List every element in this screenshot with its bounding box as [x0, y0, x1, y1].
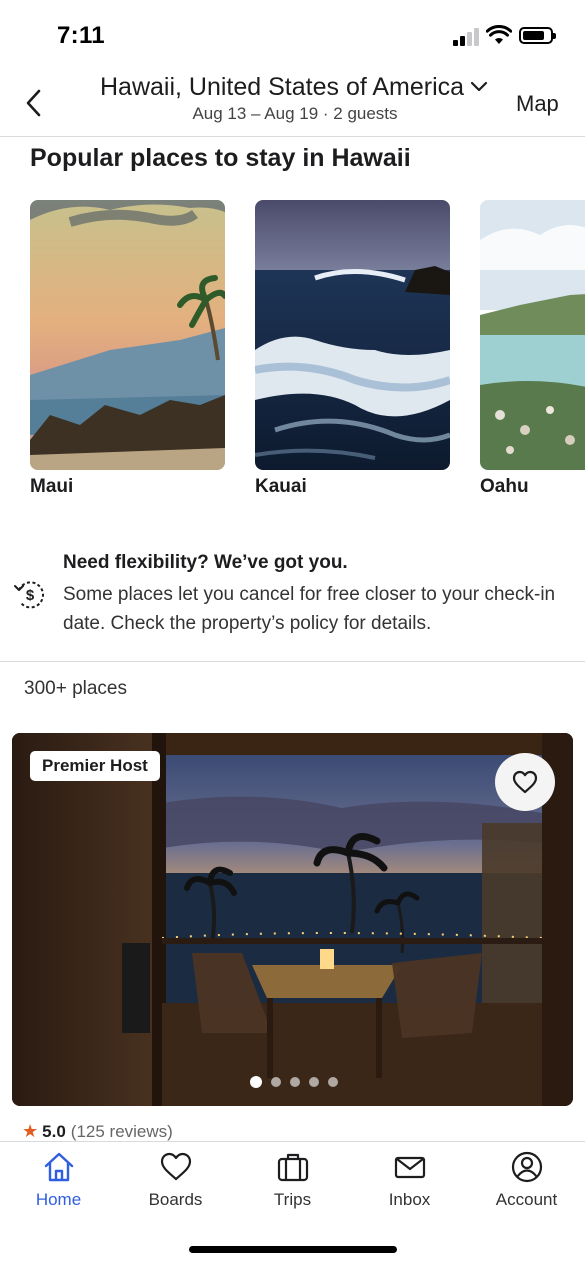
tab-label: Account — [495, 1190, 558, 1209]
listing-card[interactable]: Premier Host — [12, 733, 573, 1106]
popular-places-title: Popular places to stay in Hawaii — [30, 144, 411, 172]
popular-places-carousel[interactable]: Maui Kauai Oahu — [0, 200, 585, 500]
tab-trips[interactable]: Trips — [234, 1150, 351, 1220]
heart-icon — [512, 770, 538, 794]
tab-account[interactable]: Account — [468, 1150, 585, 1220]
review-count: (125 reviews) — [70, 1121, 173, 1141]
tab-label: Boards — [148, 1190, 203, 1209]
pagination-dot[interactable] — [250, 1076, 262, 1088]
divider — [0, 661, 585, 662]
heart-icon — [160, 1152, 191, 1181]
flexibility-text: Some places let you cancel for free clos… — [63, 584, 556, 634]
svg-text:$: $ — [26, 587, 35, 604]
flexibility-notice: $ Need flexibility? We’ve got you. Some … — [0, 540, 585, 660]
tab-boards[interactable]: Boards — [117, 1150, 234, 1220]
battery-level — [523, 31, 544, 40]
chevron-down-icon — [470, 77, 490, 97]
listing-photo — [12, 733, 573, 1106]
tab-inbox[interactable]: Inbox — [351, 1150, 468, 1220]
trip-details[interactable]: Aug 13 – Aug 19 · 2 guests — [120, 104, 470, 124]
back-button[interactable] — [18, 86, 48, 120]
premier-host-badge: Premier Host — [30, 751, 160, 781]
home-icon — [44, 1152, 73, 1182]
place-name: Kauai — [255, 476, 307, 497]
status-bar: 7:11 — [0, 0, 585, 66]
place-image-kauai — [255, 200, 450, 470]
flexibility-title: Need flexibility? We’ve got you. — [63, 552, 348, 573]
place-card-oahu[interactable]: Oahu — [480, 200, 585, 498]
tab-label: Inbox — [388, 1190, 431, 1209]
place-image-maui — [30, 200, 225, 470]
listing-rating: ★ 5.0 (125 reviews) — [22, 1121, 173, 1142]
rating-score: 5.0 — [42, 1121, 66, 1141]
account-icon — [511, 1151, 542, 1183]
status-time: 7:11 — [57, 22, 105, 49]
refund-clock-icon: $ — [14, 581, 44, 609]
pagination-dot[interactable] — [309, 1077, 319, 1087]
place-name: Oahu — [480, 476, 529, 497]
place-image-oahu — [480, 200, 585, 470]
chevron-left-icon — [26, 89, 41, 117]
tab-label: Trips — [273, 1190, 312, 1209]
pagination-dot[interactable] — [290, 1077, 300, 1087]
pagination-dot[interactable] — [271, 1077, 281, 1087]
photo-pagination[interactable] — [250, 1076, 338, 1088]
envelope-icon — [394, 1156, 425, 1179]
wifi-icon — [486, 25, 512, 44]
tab-home[interactable]: Home — [0, 1150, 117, 1220]
search-header: Hawaii, United States of America Aug 13 … — [0, 66, 585, 137]
destination-title: Hawaii, United States of America — [100, 72, 465, 101]
place-name: Maui — [30, 476, 74, 497]
results-count: 300+ places — [24, 678, 127, 699]
place-card-maui[interactable]: Maui — [30, 200, 225, 498]
cellular-signal-icon — [453, 28, 481, 46]
destination-selector[interactable]: Hawaii, United States of America — [100, 72, 500, 102]
place-card-kauai[interactable]: Kauai — [255, 200, 450, 498]
map-button[interactable]: Map — [516, 91, 559, 117]
pagination-dot[interactable] — [328, 1077, 338, 1087]
home-indicator — [189, 1246, 397, 1253]
suitcase-icon — [277, 1153, 308, 1182]
tab-label: Home — [35, 1190, 82, 1209]
battery-icon — [519, 27, 556, 44]
star-icon: ★ — [22, 1121, 39, 1141]
save-to-board-button[interactable] — [495, 753, 555, 811]
